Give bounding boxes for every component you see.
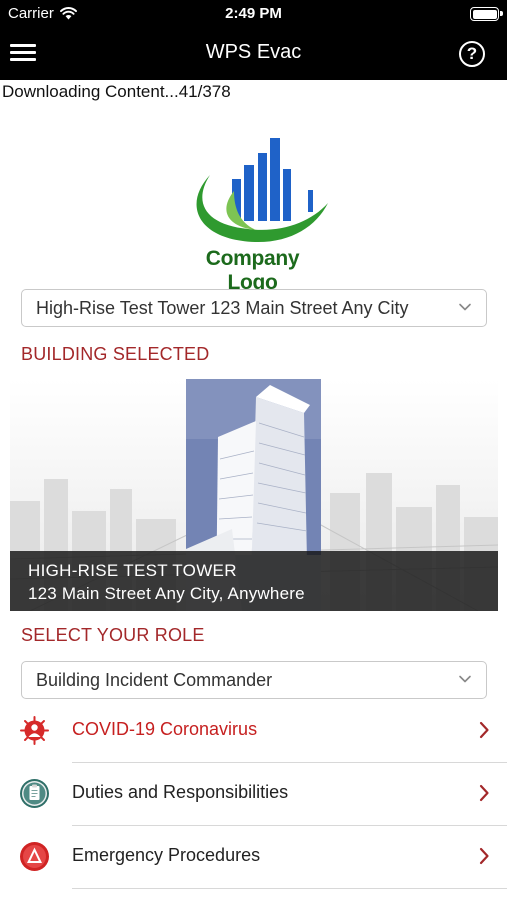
chevron-down-icon [459,675,471,683]
clock: 2:49 PM [225,5,282,22]
role-section-label: SELECT YOUR ROLE [21,625,205,645]
status-bar: Carrier 2:49 PM [0,0,507,28]
battery-icon [470,7,503,21]
menu-item-label: Emergency Procedures [72,845,261,865]
duties-icon [20,779,49,808]
building-address: 123 Main Street Any City, Anywhere [28,584,305,603]
virus-icon [20,716,49,745]
role-select-value: Building Incident Commander [36,670,273,690]
help-icon[interactable]: ? [459,41,485,67]
building-section-label: BUILDING SELECTED [21,344,210,364]
menu-item-duties[interactable]: Duties and Responsibilities [0,763,507,826]
building-card[interactable]: HIGH-RISE TEST TOWER 123 Main Street Any… [10,379,498,611]
menu-item-emergency-procedures[interactable]: Emergency Procedures [0,826,507,889]
nav-bar: WPS Evac ? [0,28,507,80]
building-name: HIGH-RISE TEST TOWER [28,561,237,580]
menu-item-label: Duties and Responsibilities [72,782,289,802]
page-title: WPS Evac [205,41,302,63]
row-divider [72,888,507,889]
menu-item-label: COVID-19 Coronavirus [72,719,258,739]
emergency-icon [20,842,49,871]
download-status: Downloading Content...41/378 [2,82,231,101]
menu-item-covid-19[interactable]: COVID-19 Coronavirus [0,700,507,763]
building-select[interactable]: High-Rise Test Tower 123 Main Street Any… [21,289,487,327]
chevron-down-icon [459,303,471,311]
building-info-overlay: HIGH-RISE TEST TOWER 123 Main Street Any… [10,551,498,611]
building-select-value: High-Rise Test Tower 123 Main Street Any… [36,298,409,318]
chevron-right-icon [479,847,489,865]
logo-text: Company Logo [205,247,300,294]
chevron-right-icon [479,784,489,802]
role-select[interactable]: Building Incident Commander [21,661,487,699]
chevron-right-icon [479,721,489,739]
